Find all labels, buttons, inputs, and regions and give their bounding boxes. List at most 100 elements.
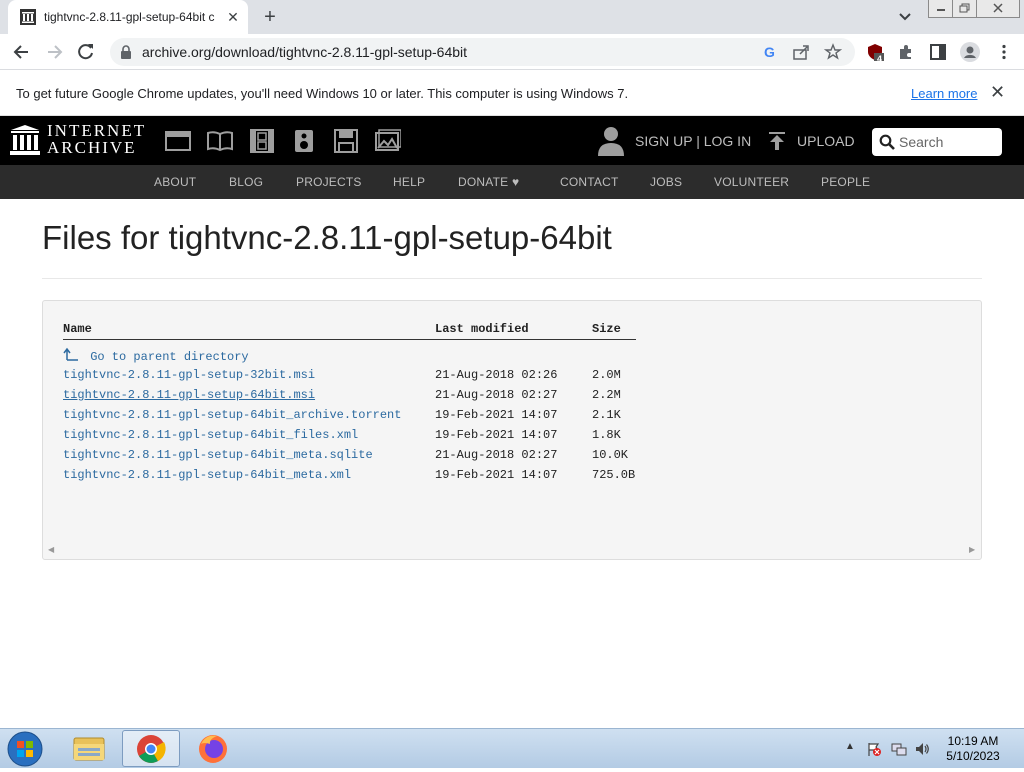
reload-icon[interactable] <box>76 42 96 62</box>
user-icon[interactable] <box>597 125 625 157</box>
nav-help[interactable]: HELP <box>393 175 425 189</box>
audio-icon[interactable] <box>291 129 317 153</box>
file-link[interactable]: tightvnc-2.8.11-gpl-setup-64bit_archive.… <box>63 408 401 422</box>
wordmark-line1: INTERNET <box>47 121 147 140</box>
file-link[interactable]: tightvnc-2.8.11-gpl-setup-64bit_meta.sql… <box>63 448 373 462</box>
search-icon[interactable] <box>879 134 895 150</box>
title-divider <box>42 278 982 279</box>
file-modified: 21-Aug-2018 02:26 <box>435 368 558 382</box>
column-header-name: Name <box>63 322 92 336</box>
close-tab-icon[interactable]: ✕ <box>224 8 242 26</box>
search-input[interactable] <box>899 132 997 152</box>
address-bar[interactable]: archive.org/download/tightvnc-2.8.11-gpl… <box>110 38 855 66</box>
learn-more-link[interactable]: Learn more <box>911 86 977 101</box>
network-icon[interactable] <box>891 741 907 757</box>
file-link[interactable]: tightvnc-2.8.11-gpl-setup-32bit.msi <box>63 368 315 382</box>
video-icon[interactable] <box>249 129 275 153</box>
chrome-icon <box>137 735 166 763</box>
parent-directory-label: Go to parent directory <box>90 350 249 364</box>
nav-volunteer[interactable]: VOLUNTEER <box>714 175 789 189</box>
scroll-left-icon[interactable]: ◀ <box>48 545 54 555</box>
parent-directory-link[interactable]: Go to parent directory <box>63 347 249 364</box>
nav-jobs[interactable]: JOBS <box>650 175 682 189</box>
file-size: 1.8K <box>592 428 621 442</box>
nav-about[interactable]: ABOUT <box>154 175 196 189</box>
taskbar-explorer[interactable] <box>60 730 118 767</box>
scroll-right-icon[interactable]: ▶ <box>969 545 975 555</box>
minimize-button[interactable] <box>928 0 954 18</box>
nav-donate[interactable]: DONATE <box>458 175 508 189</box>
upload-icon[interactable] <box>768 131 786 151</box>
tab-search-icon[interactable] <box>896 9 914 25</box>
ia-secondary-nav: ABOUT BLOG PROJECTS HELP DONATE ♥ CONTAC… <box>0 165 1024 199</box>
bookmark-star-icon[interactable] <box>824 43 842 61</box>
profile-avatar-icon[interactable] <box>960 42 980 62</box>
clock-time: 10:19 AM <box>947 734 999 748</box>
table-row: tightvnc-2.8.11-gpl-setup-64bit.msi 21-A… <box>43 388 743 408</box>
clock-date: 5/10/2023 <box>946 749 1000 763</box>
file-listing: Name Last modified Size Go to parent dir… <box>42 300 982 560</box>
file-modified: 19-Feb-2021 14:07 <box>435 408 558 422</box>
action-center-flag-icon[interactable] <box>866 741 882 757</box>
images-icon[interactable] <box>375 129 401 153</box>
signup-login-link[interactable]: SIGN UP | LOG IN <box>635 133 751 149</box>
file-size: 725.0B <box>592 468 636 482</box>
chrome-menu-icon[interactable] <box>995 43 1013 61</box>
header-divider <box>63 339 636 340</box>
ia-search-box[interactable] <box>872 128 1002 156</box>
lock-icon[interactable] <box>120 45 132 59</box>
start-button-icon[interactable] <box>6 731 44 767</box>
volume-icon[interactable] <box>914 741 930 757</box>
svg-text:G: G <box>764 44 775 60</box>
ia-wordmark[interactable]: INTERNET ARCHIVE <box>47 122 146 156</box>
extensions-puzzle-icon[interactable] <box>897 43 915 61</box>
file-modified: 21-Aug-2018 02:27 <box>435 388 558 402</box>
nav-projects[interactable]: PROJECTS <box>296 175 362 189</box>
tab-strip: tightvnc-2.8.11-gpl-setup-64bit c ✕ + <box>0 0 1024 34</box>
file-modified: 21-Aug-2018 02:27 <box>435 448 558 462</box>
new-tab-button[interactable]: + <box>258 6 282 28</box>
web-icon[interactable] <box>165 129 191 153</box>
heart-icon: ♥ <box>512 175 520 189</box>
file-link[interactable]: tightvnc-2.8.11-gpl-setup-64bit_files.xm… <box>63 428 358 442</box>
file-size: 2.2M <box>592 388 621 402</box>
file-size: 2.1K <box>592 408 621 422</box>
minimize-icon <box>937 9 945 11</box>
url-text: archive.org/download/tightvnc-2.8.11-gpl… <box>142 44 468 60</box>
upload-link[interactable]: UPLOAD <box>797 133 855 149</box>
browser-toolbar: archive.org/download/tightvnc-2.8.11-gpl… <box>0 34 1024 70</box>
nav-people[interactable]: PEOPLE <box>821 175 870 189</box>
system-clock[interactable]: 10:19 AM 5/10/2023 <box>940 734 1006 764</box>
side-panel-icon[interactable] <box>929 43 947 61</box>
column-header-size: Size <box>592 322 621 336</box>
restore-button[interactable] <box>952 0 978 18</box>
internet-archive-logo-icon[interactable] <box>10 124 40 156</box>
extension-badge: 4 <box>877 54 883 64</box>
taskbar-firefox[interactable] <box>184 730 242 767</box>
taskbar-chrome[interactable] <box>122 730 180 767</box>
table-row: tightvnc-2.8.11-gpl-setup-64bit_meta.sql… <box>43 448 743 468</box>
infobar-message: To get future Google Chrome updates, you… <box>16 86 629 101</box>
file-link[interactable]: tightvnc-2.8.11-gpl-setup-64bit_meta.xml <box>63 468 351 482</box>
nav-blog[interactable]: BLOG <box>229 175 263 189</box>
ia-top-nav: INTERNET ARCHIVE SIGN UP | LOG IN UPLOAD… <box>0 116 1024 165</box>
column-header-modified: Last modified <box>435 322 529 336</box>
table-row: tightvnc-2.8.11-gpl-setup-32bit.msi 21-A… <box>43 368 743 388</box>
file-link[interactable]: tightvnc-2.8.11-gpl-setup-64bit.msi <box>63 388 315 402</box>
close-window-button[interactable] <box>976 0 1020 18</box>
texts-icon[interactable] <box>207 129 233 153</box>
show-hidden-icons[interactable]: ▲ <box>845 741 855 752</box>
software-icon[interactable] <box>333 129 359 153</box>
close-infobar-icon[interactable]: ✕ <box>990 82 1005 103</box>
firefox-icon <box>199 735 227 763</box>
browser-tab[interactable]: tightvnc-2.8.11-gpl-setup-64bit c ✕ <box>8 0 248 34</box>
restore-icon <box>959 3 970 13</box>
table-row: tightvnc-2.8.11-gpl-setup-64bit_meta.xml… <box>43 468 743 488</box>
google-translate-icon[interactable]: G <box>761 43 779 61</box>
table-row: tightvnc-2.8.11-gpl-setup-64bit_archive.… <box>43 408 743 428</box>
tab-title: tightvnc-2.8.11-gpl-setup-64bit c <box>44 10 215 24</box>
back-icon[interactable] <box>12 42 32 62</box>
share-icon[interactable] <box>792 43 810 61</box>
nav-contact[interactable]: CONTACT <box>560 175 619 189</box>
forward-icon[interactable] <box>44 42 64 62</box>
